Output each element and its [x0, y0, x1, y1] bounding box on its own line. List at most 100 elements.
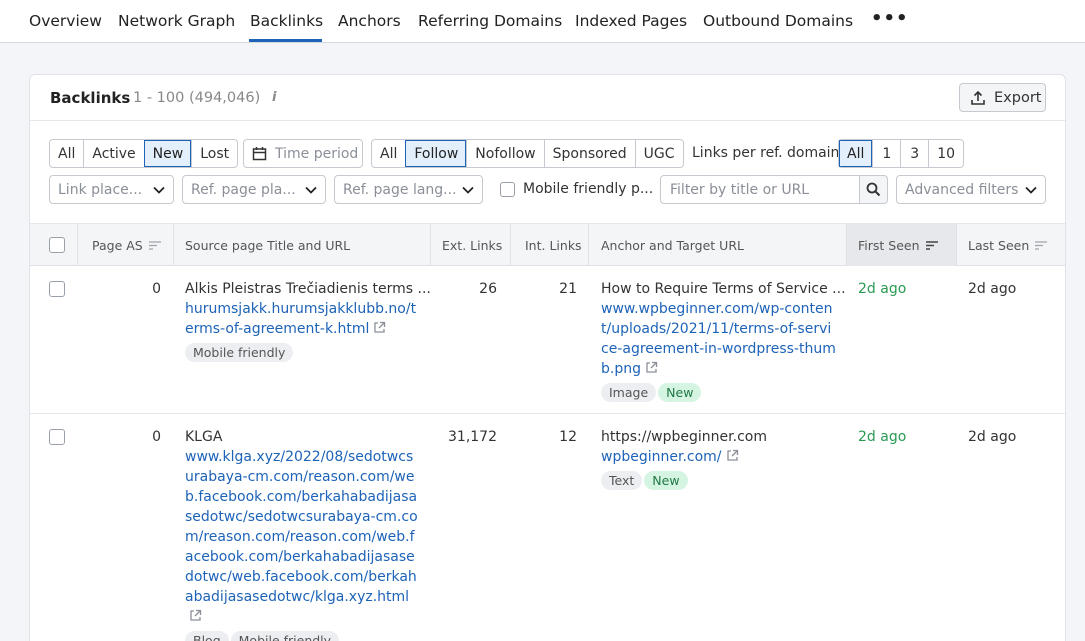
links-per-domain-10[interactable]: 10 — [928, 140, 963, 167]
external-link-icon[interactable] — [726, 449, 739, 462]
info-icon[interactable]: i — [272, 90, 276, 105]
ext-links-value[interactable]: 31,172 — [442, 427, 497, 447]
follow-follow[interactable]: Follow — [405, 140, 467, 167]
header-page-as-label: Page AS — [92, 237, 143, 253]
links-per-domain-1[interactable]: 1 — [872, 140, 900, 167]
backlinks-count: 1 - 100 (494,046) — [133, 90, 261, 106]
header-first-seen[interactable]: First Seen — [846, 224, 956, 266]
export-icon — [971, 90, 985, 105]
header-page-as[interactable]: Page AS — [92, 224, 161, 266]
header-int-links[interactable]: Int. Links — [525, 224, 582, 266]
source-cell: Alkis Pleistras Trečiadienis terms ... h… — [185, 279, 431, 363]
time-period-label: Time period — [275, 145, 359, 162]
header-last-seen[interactable]: Last Seen — [968, 224, 1048, 266]
status-filter: All Active New Lost — [49, 139, 239, 168]
source-url-link[interactable]: www.klga.xyz/2022/08/sedotwcsurabaya-cm.… — [185, 449, 418, 605]
column-separator — [173, 224, 174, 266]
anchor-text: How to Require Terms of Service ... — [601, 281, 846, 297]
header-ext-links[interactable]: Ext. Links — [442, 224, 502, 266]
column-separator — [430, 224, 431, 266]
column-separator — [588, 224, 589, 266]
header-last-seen-label: Last Seen — [968, 237, 1030, 253]
follow-nofollow[interactable]: Nofollow — [466, 140, 543, 167]
search-placeholder: Filter by title or URL — [670, 181, 810, 198]
external-link-icon[interactable] — [645, 361, 658, 374]
advanced-filters-dropdown[interactable]: Advanced filters — [896, 175, 1046, 204]
status-new[interactable]: New — [143, 140, 192, 167]
link-placement-dropdown[interactable]: Link place... — [49, 175, 174, 204]
table-header: Page AS Source page Title and URL Ext. L… — [30, 223, 1065, 266]
ref-page-placement-label: Ref. page pla... — [191, 181, 296, 198]
active-tab-indicator — [249, 39, 322, 42]
first-seen-value: 2d ago — [858, 429, 907, 445]
follow-ugc[interactable]: UGC — [634, 140, 683, 167]
column-separator — [510, 224, 511, 266]
tab-indexed-pages[interactable]: Indexed Pages — [575, 12, 687, 30]
tab-referring-domains[interactable]: Referring Domains — [418, 12, 562, 30]
last-seen-value: 2d ago — [968, 429, 1017, 445]
export-button[interactable]: Export — [959, 83, 1046, 112]
target-url-link[interactable]: wpbeginner.com/ — [601, 449, 722, 465]
tab-network-graph[interactable]: Network Graph — [118, 12, 235, 30]
title-url-search-input[interactable]: Filter by title or URL — [660, 175, 860, 204]
mobile-friendly-tag: Mobile friendly — [185, 343, 294, 362]
header-anchor[interactable]: Anchor and Target URL — [601, 224, 744, 266]
ref-page-placement-dropdown[interactable]: Ref. page pla... — [182, 175, 326, 204]
ref-page-language-dropdown[interactable]: Ref. page lang... — [334, 175, 483, 204]
mobile-friendly-label: Mobile friendly p... — [523, 181, 654, 197]
ref-page-language-label: Ref. page lang... — [343, 181, 457, 198]
follow-sponsored[interactable]: Sponsored — [543, 140, 635, 167]
link-placement-label: Link place... — [58, 181, 143, 198]
source-title: KLGA — [185, 429, 223, 445]
follow-filter: All Follow Nofollow Sponsored UGC — [371, 139, 684, 168]
mobile-friendly-checkbox[interactable] — [500, 182, 515, 197]
header-source[interactable]: Source page Title and URL — [185, 224, 350, 266]
tab-overview[interactable]: Overview — [29, 12, 102, 30]
links-per-domain-all[interactable]: All — [839, 140, 873, 167]
row-checkbox[interactable] — [49, 429, 65, 445]
source-cell: KLGA www.klga.xyz/2022/08/sedotwcsurabay… — [185, 427, 421, 641]
chevron-down-icon — [1025, 186, 1037, 194]
anchor-cell: How to Require Terms of Service ... www.… — [601, 279, 846, 403]
anchor-cell: https://wpbeginner.com wpbeginner.com/ T… — [601, 427, 837, 491]
target-url-link[interactable]: www.wpbeginner.com/wp-content/uploads/20… — [601, 301, 836, 377]
external-link-icon[interactable] — [189, 609, 202, 622]
more-tabs-icon[interactable]: ••• — [871, 8, 909, 29]
select-all-checkbox[interactable] — [49, 237, 65, 253]
time-period-button[interactable]: Time period — [243, 139, 363, 168]
status-active[interactable]: Active — [83, 140, 143, 167]
advanced-filters-label: Advanced filters — [905, 181, 1019, 198]
chevron-down-icon — [305, 186, 317, 194]
ext-links-value[interactable]: 26 — [442, 279, 497, 299]
new-tag: New — [658, 383, 702, 402]
page-as-value: 0 — [152, 429, 161, 445]
sort-desc-icon — [925, 240, 938, 250]
backlinks-card: Backlinks 1 - 100 (494,046) i Export All… — [29, 74, 1066, 641]
tab-backlinks[interactable]: Backlinks — [250, 12, 323, 30]
status-lost[interactable]: Lost — [191, 140, 237, 167]
external-link-icon[interactable] — [373, 321, 386, 334]
status-all[interactable]: All — [50, 140, 83, 167]
links-per-domain-filter: All 1 3 10 — [838, 139, 965, 168]
anchor-text: https://wpbeginner.com — [601, 429, 767, 445]
follow-all[interactable]: All — [372, 140, 405, 167]
first-seen-value: 2d ago — [858, 281, 907, 297]
calendar-icon — [252, 147, 267, 161]
page-as-value: 0 — [152, 281, 161, 297]
source-title: Alkis Pleistras Trečiadienis terms ... — [185, 281, 431, 297]
card-title: Backlinks — [50, 89, 131, 107]
card-divider — [30, 120, 1065, 121]
tab-anchors[interactable]: Anchors — [338, 12, 401, 30]
int-links-value[interactable]: 21 — [525, 279, 577, 299]
row-checkbox[interactable] — [49, 281, 65, 297]
column-separator — [956, 224, 957, 266]
column-separator — [846, 224, 847, 266]
text-tag: Text — [601, 471, 643, 490]
tab-outbound-domains[interactable]: Outbound Domains — [703, 12, 853, 30]
int-links-value[interactable]: 12 — [525, 427, 577, 447]
mobile-friendly-tag: Mobile friendly — [230, 631, 340, 641]
links-per-domain-3[interactable]: 3 — [900, 140, 928, 167]
sort-icon — [1035, 240, 1048, 250]
search-button[interactable] — [859, 175, 888, 204]
image-tag: Image — [601, 383, 657, 402]
